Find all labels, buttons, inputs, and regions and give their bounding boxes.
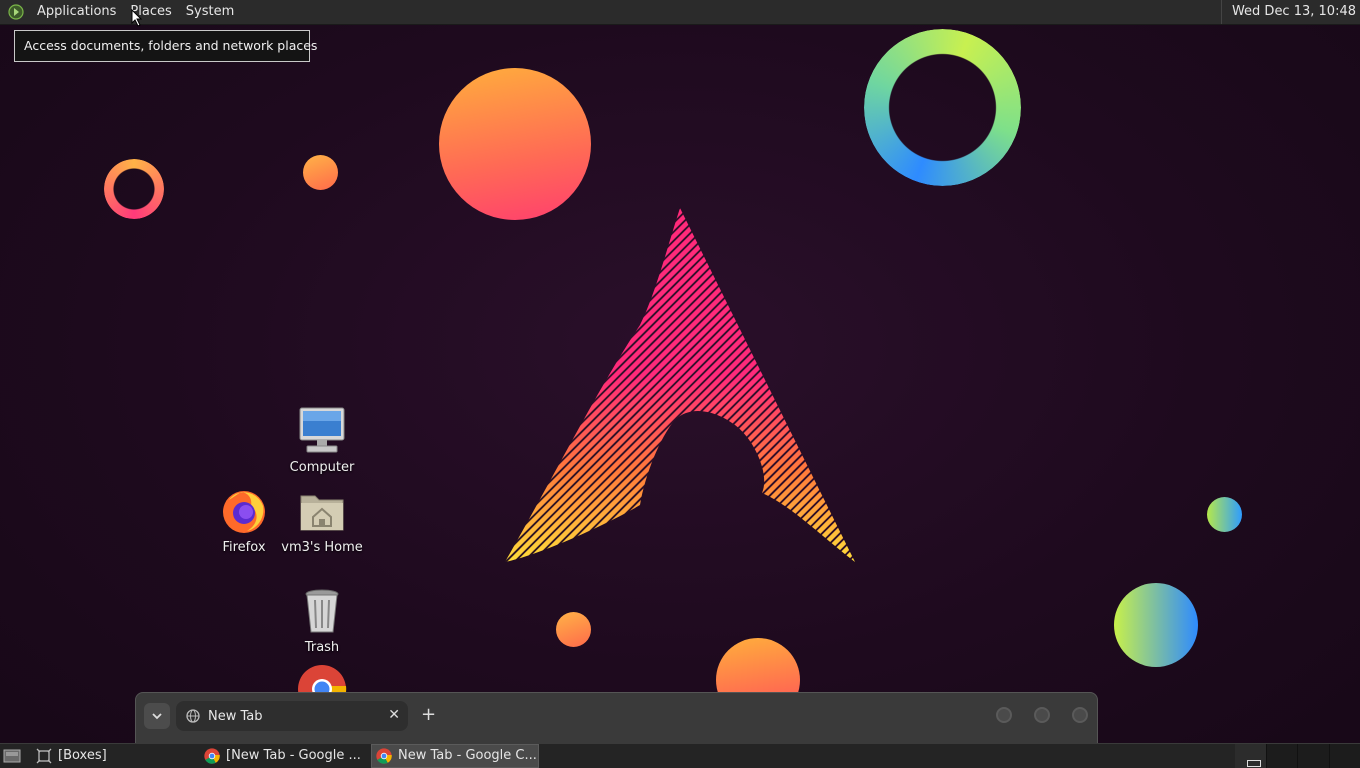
maximize-button[interactable] — [1034, 707, 1050, 723]
arch-logo-icon: /* placeholder to keep svg valid */ — [500, 205, 860, 567]
workspace-3[interactable] — [1298, 744, 1330, 768]
computer-icon — [299, 407, 345, 453]
minimize-button[interactable] — [996, 707, 1012, 723]
close-window-button[interactable] — [1072, 707, 1088, 723]
wallpaper-dot-orange — [303, 155, 338, 190]
browser-tab[interactable]: New Tab ✕ — [176, 701, 408, 731]
firefox-icon — [223, 491, 265, 533]
desktop-icon-label: Firefox — [222, 540, 266, 555]
taskbar-item-chrome-1[interactable]: [New Tab - Google ... — [204, 744, 366, 768]
applications-menu[interactable]: Applications — [30, 0, 123, 24]
wallpaper-ring-small — [104, 159, 164, 219]
desktop-icon-computer[interactable]: Computer — [279, 406, 365, 475]
taskbar-item-boxes[interactable]: [Boxes] — [36, 744, 196, 768]
taskbar-item-label: [New Tab - Google ... — [226, 748, 361, 763]
desktop-icon-firefox[interactable]: Firefox — [201, 486, 287, 555]
home-folder-icon — [300, 495, 344, 531]
trash-icon — [305, 589, 339, 633]
workspace-window-thumb — [1247, 760, 1261, 767]
tab-search-button[interactable] — [144, 703, 170, 729]
desktop-icon-label: Computer — [289, 460, 355, 475]
bottom-panel: [Boxes] [New Tab - Google ... New Tab - … — [0, 743, 1360, 768]
taskbar-item-label: New Tab - Google C... — [398, 748, 537, 763]
desktop-icon-trash[interactable]: Trash — [279, 586, 365, 655]
show-desktop-icon[interactable] — [3, 748, 21, 764]
chrome-window[interactable]: New Tab ✕ + — [135, 692, 1098, 748]
wallpaper-dot-teal — [1207, 497, 1242, 532]
globe-icon — [186, 709, 200, 723]
wallpaper-circle-large — [439, 68, 591, 220]
workspace-4[interactable] — [1329, 744, 1360, 768]
new-tab-button[interactable]: + — [421, 704, 436, 726]
workspace-2[interactable] — [1266, 744, 1298, 768]
top-panel: Applications Places System Wed Dec 13, 1… — [0, 0, 1360, 25]
workspace-switcher[interactable] — [1235, 744, 1360, 768]
places-tooltip: Access documents, folders and network pl… — [14, 30, 317, 62]
desktop-icon-label: Trash — [304, 640, 340, 655]
chevron-down-icon — [152, 713, 162, 720]
wallpaper-dot-orange-2 — [556, 612, 591, 647]
workspace-1[interactable] — [1235, 744, 1267, 768]
desktop-icon-label: vm3's Home — [281, 540, 363, 555]
chrome-icon — [376, 748, 392, 764]
boxes-icon — [36, 748, 52, 764]
close-tab-button[interactable]: ✕ — [388, 707, 400, 723]
taskbar-item-label: [Boxes] — [58, 748, 107, 763]
chrome-icon — [204, 748, 220, 764]
clock[interactable]: Wed Dec 13, 10:48 — [1220, 0, 1356, 24]
system-menu[interactable]: System — [179, 0, 241, 24]
mouse-cursor-icon — [131, 9, 143, 27]
desktop-icon-home[interactable]: vm3's Home — [279, 486, 365, 555]
tab-title: New Tab — [208, 708, 263, 724]
taskbar-item-chrome-2[interactable]: New Tab - Google C... — [371, 744, 539, 768]
wallpaper-ring-large — [864, 29, 1021, 186]
wallpaper-circle-blue — [1114, 583, 1198, 667]
mate-menu-icon[interactable] — [8, 4, 24, 20]
